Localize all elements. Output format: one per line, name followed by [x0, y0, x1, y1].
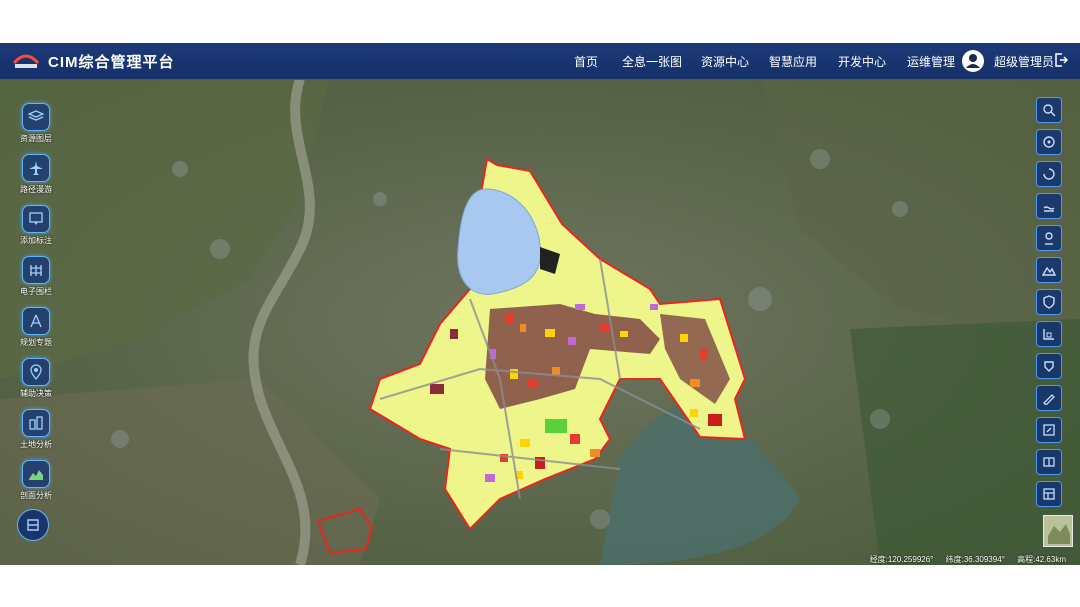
minimap-thumbnail[interactable] [1043, 515, 1073, 547]
tool-resource-layers[interactable]: 资源图层 [16, 103, 56, 144]
app-title: CIM综合管理平台 [48, 54, 175, 71]
terrain-button[interactable] [1036, 257, 1062, 283]
tool-label: 路径漫游 [20, 185, 52, 194]
tool-label: 规划专题 [20, 338, 52, 347]
app-window: CIM综合管理平台 首页 全息一张图 资源中心 智慧应用 开发中心 运维管理 超… [0, 43, 1080, 565]
annotation-icon [22, 205, 50, 233]
location-icon [22, 358, 50, 386]
logout-icon[interactable] [1054, 52, 1068, 68]
tool-label: 土地分析 [20, 440, 52, 449]
measure-icon [1043, 329, 1054, 340]
split-screen-button[interactable] [1036, 449, 1062, 475]
map-canvas[interactable] [0, 79, 1080, 565]
compass-icon [22, 307, 50, 335]
rotate-icon [1043, 168, 1055, 180]
pin-icon [1045, 232, 1053, 245]
layout-button[interactable] [1036, 481, 1062, 507]
pin-button[interactable] [1036, 225, 1062, 251]
panel-icon [27, 519, 39, 531]
altitude-readout: 高程:42.63km [1017, 555, 1066, 564]
tool-path-roaming[interactable]: 路径漫游 [16, 154, 56, 195]
tool-label: 辅助决策 [20, 389, 52, 398]
tool-label: 剖面分析 [20, 491, 52, 500]
rotate-button[interactable] [1036, 161, 1062, 187]
query-button[interactable] [1036, 129, 1062, 155]
layout-icon [1043, 488, 1055, 500]
fence-icon [22, 256, 50, 284]
tool-land-analysis[interactable]: 土地分析 [16, 409, 56, 450]
tool-label: 资源图层 [20, 134, 52, 143]
tool-add-annotation[interactable]: 添加标注 [16, 205, 56, 246]
nav-resource-center[interactable]: 资源中心 [701, 53, 749, 70]
buildings-icon [22, 409, 50, 437]
nav-ops-management[interactable]: 运维管理 [907, 53, 955, 70]
shield-button[interactable] [1036, 289, 1062, 315]
search-button[interactable] [1036, 97, 1062, 123]
tool-e-fence[interactable]: 电子围栏 [16, 256, 56, 297]
query-icon [1043, 136, 1055, 148]
profile-icon [22, 460, 50, 488]
tool-label: 添加标注 [20, 236, 52, 245]
panel-toggle-button[interactable] [17, 509, 49, 541]
latitude-readout: 纬度:36.309394° [945, 555, 1005, 564]
draw-icon [1043, 394, 1055, 405]
avatar[interactable] [962, 50, 984, 72]
tool-profile-analysis[interactable]: 剖面分析 [16, 460, 56, 501]
shield-icon [1043, 295, 1055, 309]
tool-decision-support[interactable]: 辅助决策 [16, 358, 56, 399]
measure-button[interactable] [1036, 321, 1062, 347]
coordinate-status: 经度:120.259926° 纬度:36.309394° 高程:42.63km [860, 554, 1066, 565]
layers-icon [22, 103, 50, 131]
shadow-button[interactable] [1036, 353, 1062, 379]
plane-icon [22, 154, 50, 182]
draw-button[interactable] [1036, 385, 1062, 411]
shadow-icon [1044, 361, 1054, 372]
flood-icon [1043, 206, 1055, 212]
search-icon [1043, 104, 1056, 117]
user-name[interactable]: 超级管理员 [994, 53, 1054, 70]
flood-button[interactable] [1036, 193, 1062, 219]
longitude-readout: 经度:120.259926° [869, 555, 934, 564]
tool-planning-topic[interactable]: 规划专题 [16, 307, 56, 348]
edit-button[interactable] [1036, 417, 1062, 443]
terrain-icon [1042, 266, 1056, 276]
logo-icon [12, 54, 40, 68]
nav-holographic-map[interactable]: 全息一张图 [622, 53, 682, 70]
top-bar: CIM综合管理平台 首页 全息一张图 资源中心 智慧应用 开发中心 运维管理 超… [0, 43, 1080, 80]
minimap-icon [1044, 516, 1072, 546]
user-icon [966, 54, 980, 68]
tool-label: 电子围栏 [20, 287, 52, 296]
edit-icon [1043, 424, 1055, 436]
split-screen-icon [1043, 457, 1055, 467]
nav-dev-center[interactable]: 开发中心 [838, 53, 886, 70]
nav-home[interactable]: 首页 [574, 53, 598, 70]
nav-smart-apps[interactable]: 智慧应用 [769, 53, 817, 70]
